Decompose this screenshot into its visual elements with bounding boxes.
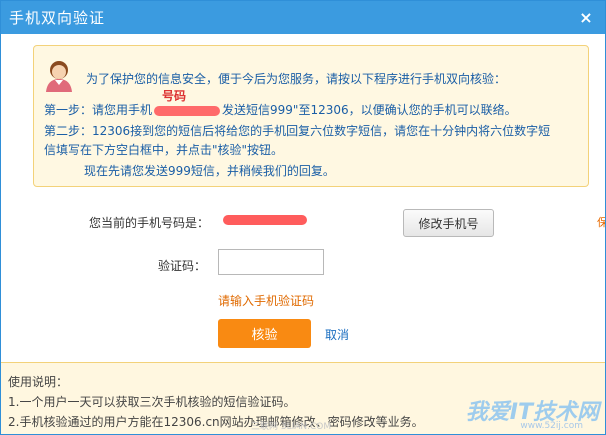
notice-intro: 为了保护您的信息安全，便于今后为您服务，请按以下程序进行手机双向核验： xyxy=(86,72,507,86)
cancel-link[interactable]: 取消 xyxy=(325,326,349,343)
notice-final: 现在先请您发送999短信，并稍候我们的回复。 xyxy=(84,164,335,178)
notice-step2-line2: 信填写在下方空白框中，并点击"核验"按钮。 xyxy=(44,143,284,157)
redacted-phone-number xyxy=(223,215,307,225)
footer-item-2: 2.手机核验通过的用户方能在12306.cn网站办理邮箱修改、密码修改等业务。 xyxy=(8,415,424,429)
notice-panel: 为了保护您的信息安全，便于今后为您服务，请按以下程序进行手机双向核验： 号码 第… xyxy=(33,45,589,187)
step1-prefix: 第一步：请您用手机 xyxy=(44,103,153,117)
notice-step2-line1: 第二步：12306接到您的短信后将给您的手机回复六位数字短信，请您在十分钟内将六… xyxy=(44,124,551,138)
user-avatar-icon xyxy=(46,61,72,92)
watermark-url: www.52ij.com xyxy=(520,421,583,431)
footer-heading: 使用说明： xyxy=(8,375,69,389)
verification-code-input[interactable] xyxy=(218,249,324,275)
dialog-titlebar: 手机双向验证 × xyxy=(1,1,605,34)
side-text: 保 xyxy=(597,214,605,230)
phone-label: 您当前的手机号码是： xyxy=(89,216,210,230)
footer-item-1: 1.一个用户一天可以获取三次手机核验的短信验证码。 xyxy=(8,395,296,409)
verification-dialog: 手机双向验证 × 为了保护您的信息安全，便于今后为您服务，请按以下程序进行手机双… xyxy=(0,0,606,435)
close-icon[interactable]: × xyxy=(577,8,595,27)
change-phone-button[interactable]: 修改手机号 xyxy=(403,209,494,237)
code-hint: 请输入手机验证码 xyxy=(218,294,315,308)
step1-suffix: 发送短信999"至12306，以便确认您的手机可以联络。 xyxy=(222,103,517,117)
notice-step1: 第一步：请您用手机 发送短信999"至12306，以便确认您的手机可以联络。 xyxy=(44,101,517,118)
redacted-phone-mark xyxy=(154,105,221,116)
watermark-bottom: 三联网 3LIAN.COM xyxy=(251,422,332,432)
verify-button[interactable]: 核验 xyxy=(218,319,311,348)
code-label: 验证码： xyxy=(158,259,207,273)
dialog-title: 手机双向验证 xyxy=(9,9,106,27)
